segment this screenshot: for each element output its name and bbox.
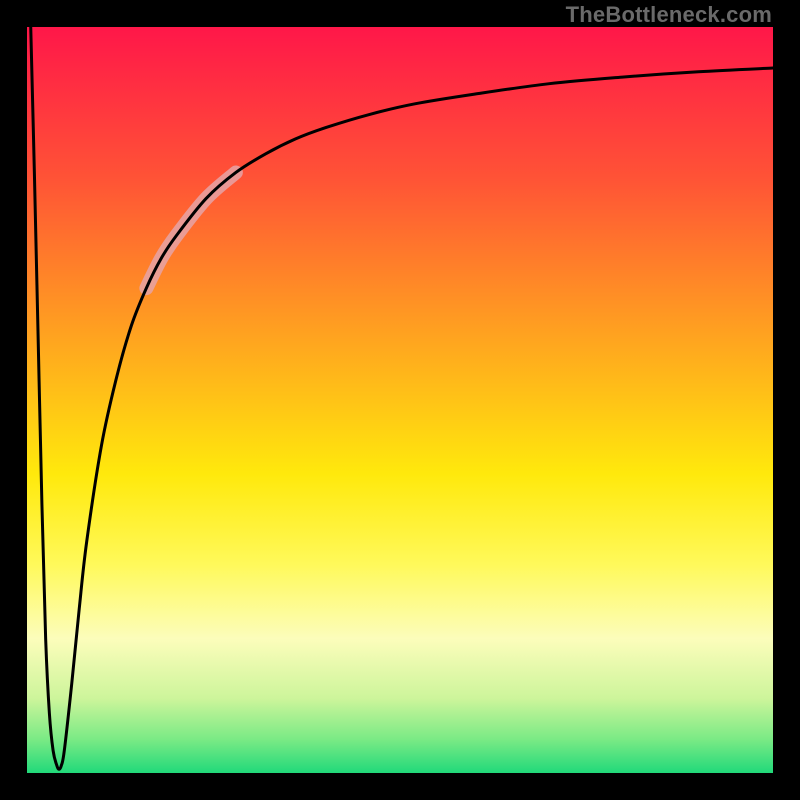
gradient-background xyxy=(27,27,773,773)
plot-area xyxy=(27,27,773,773)
plot-svg xyxy=(27,27,773,773)
chart-stage: TheBottleneck.com xyxy=(0,0,800,800)
watermark: TheBottleneck.com xyxy=(566,2,772,28)
